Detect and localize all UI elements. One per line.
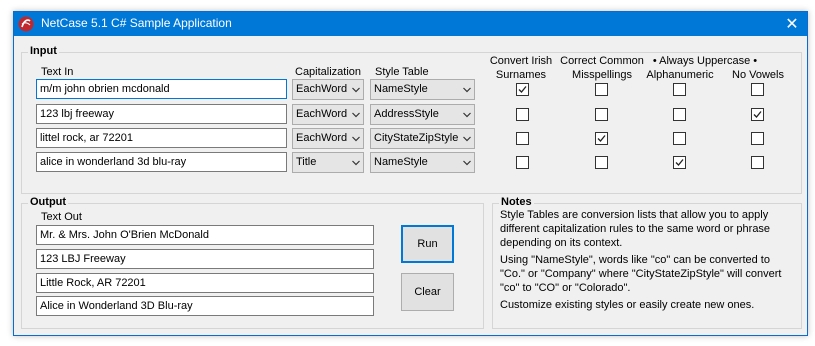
chevron-down-icon: [463, 160, 471, 166]
text-out-field[interactable]: Little Rock, AR 72201: [36, 273, 374, 293]
clear-button[interactable]: Clear: [401, 273, 454, 311]
close-icon: ✕: [785, 16, 799, 33]
capitalization-value: EachWord: [296, 132, 348, 144]
style-table-select[interactable]: NameStyle: [370, 152, 475, 173]
common-checkbox[interactable]: [595, 108, 608, 121]
header-style-table: Style Table: [375, 66, 429, 78]
chevron-down-icon: [463, 136, 471, 142]
common-checkbox[interactable]: [595, 156, 608, 169]
chevron-down-icon: [463, 112, 471, 118]
header-irish-1: Convert Irish: [489, 55, 553, 67]
header-capitalization: Capitalization: [295, 66, 362, 78]
header-no-vowels: No Vowels: [732, 69, 784, 81]
style-table-select[interactable]: NameStyle: [370, 79, 475, 100]
header-common-1: Correct Common: [560, 55, 644, 67]
capitalization-value: EachWord: [296, 83, 348, 95]
irish-checkbox[interactable]: [516, 156, 529, 169]
capitalization-select[interactable]: EachWord: [292, 104, 364, 125]
close-button[interactable]: ✕: [777, 12, 807, 36]
chevron-down-icon: [352, 160, 360, 166]
text-out-label: Text Out: [41, 211, 82, 223]
alnum-checkbox[interactable]: [673, 108, 686, 121]
notes-group-title: Notes: [499, 196, 534, 208]
irish-checkbox[interactable]: [516, 83, 529, 96]
output-group-title: Output: [28, 196, 69, 208]
header-irish-2: Surnames: [495, 69, 547, 81]
header-alphanumeric: Alphanumeric: [646, 69, 714, 81]
text-out-field[interactable]: Alice in Wonderland 3D Blu-ray: [36, 296, 374, 316]
text-in-field[interactable]: alice in wonderland 3d blu-ray: [36, 152, 287, 172]
app-window: NetCase 5.1 C# Sample Application ✕ Inpu…: [13, 11, 808, 336]
irish-checkbox[interactable]: [516, 132, 529, 145]
alnum-checkbox[interactable]: [673, 83, 686, 96]
novowels-checkbox[interactable]: [751, 156, 764, 169]
window-title: NetCase 5.1 C# Sample Application: [41, 16, 232, 30]
chevron-down-icon: [352, 112, 360, 118]
chevron-down-icon: [352, 87, 360, 93]
capitalization-select[interactable]: EachWord: [292, 128, 364, 149]
novowels-checkbox[interactable]: [751, 132, 764, 145]
capitalization-value: EachWord: [296, 108, 348, 120]
run-button[interactable]: Run: [401, 225, 454, 263]
notes-paragraph: Style Tables are conversion lists that a…: [500, 209, 771, 249]
text-out-field[interactable]: 123 LBJ Freeway: [36, 249, 374, 269]
alnum-checkbox[interactable]: [673, 132, 686, 145]
common-checkbox[interactable]: [595, 132, 608, 145]
style-table-value: NameStyle: [374, 83, 428, 95]
app-logo-icon: [18, 16, 34, 32]
capitalization-value: Title: [296, 156, 317, 168]
chevron-down-icon: [463, 87, 471, 93]
title-bar[interactable]: NetCase 5.1 C# Sample Application ✕: [14, 12, 807, 36]
style-table-value: NameStyle: [374, 156, 428, 168]
notes-paragraph: Customize existing styles or easily crea…: [500, 299, 755, 311]
capitalization-select[interactable]: Title: [292, 152, 364, 173]
novowels-checkbox[interactable]: [751, 83, 764, 96]
style-table-value: AddressStyle: [374, 108, 439, 120]
text-in-field[interactable]: 123 lbj freeway: [36, 104, 287, 124]
text-out-field[interactable]: Mr. & Mrs. John O'Brien McDonald: [36, 225, 374, 245]
header-common-2: Misspellings: [572, 69, 632, 81]
text-in-field[interactable]: m/m john obrien mcdonald: [36, 79, 287, 99]
novowels-checkbox[interactable]: [751, 108, 764, 121]
style-table-select[interactable]: AddressStyle: [370, 104, 475, 125]
common-checkbox[interactable]: [595, 83, 608, 96]
style-table-value: CityStateZipStyle: [374, 132, 459, 144]
irish-checkbox[interactable]: [516, 108, 529, 121]
input-group-title: Input: [28, 45, 59, 57]
alnum-checkbox[interactable]: [673, 156, 686, 169]
style-table-select[interactable]: CityStateZipStyle: [370, 128, 475, 149]
header-text-in: Text In: [41, 66, 74, 78]
header-always-uppercase: • Always Uppercase •: [652, 55, 758, 67]
capitalization-select[interactable]: EachWord: [292, 79, 364, 100]
chevron-down-icon: [352, 136, 360, 142]
text-in-field[interactable]: littel rock, ar 72201: [36, 128, 287, 148]
notes-paragraph: Using "NameStyle", words like "co" can b…: [500, 254, 782, 294]
